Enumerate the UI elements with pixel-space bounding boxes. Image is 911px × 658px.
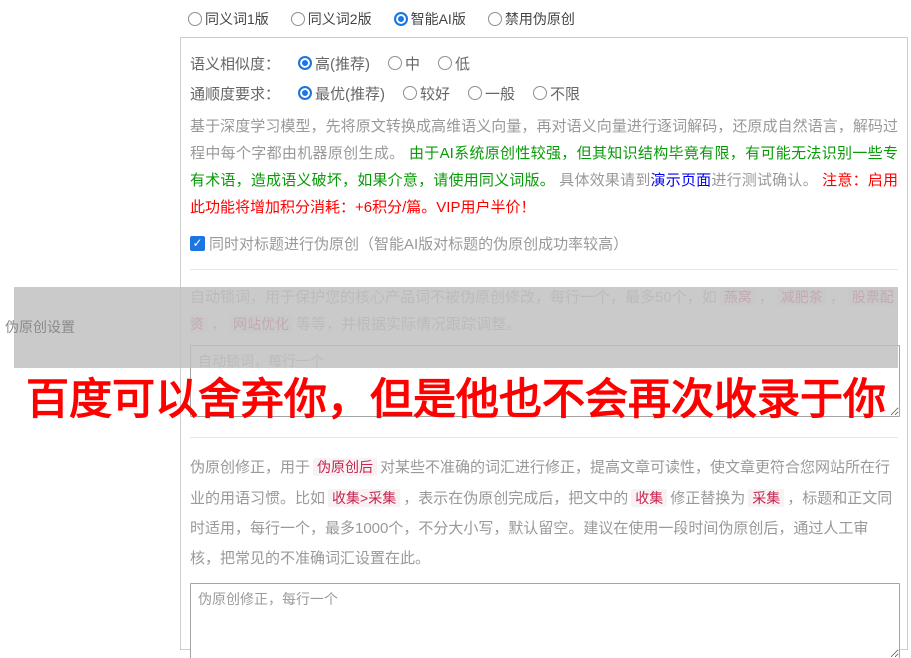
radio-fluency-normal[interactable]: 一般	[468, 83, 515, 104]
radio-label: 一般	[485, 85, 516, 103]
demo-page-link[interactable]: 演示页面	[651, 172, 712, 189]
correction-text: 修正替换为	[670, 490, 746, 507]
section-divider	[190, 269, 898, 270]
radio-smart-ai[interactable]: 智能AI版	[393, 9, 466, 29]
ai-mode-description: 基于深度学习模型，先将原文转换成高维语义向量，再对语义向量进行逐词解码，还原成自…	[190, 113, 898, 221]
radio-icon[interactable]	[290, 12, 305, 26]
radio-checked-icon[interactable]	[298, 56, 313, 70]
radio-fluency-best[interactable]: 最优(推荐)	[298, 83, 385, 104]
rewrite-mode-selector: 同义词1版 同义词2版 智能AI版 禁用伪原创	[188, 9, 575, 29]
fluency-row: 通顺度要求： 最优(推荐) 较好 一般 不限	[190, 78, 898, 108]
section-divider	[190, 437, 898, 438]
radio-fluency-good[interactable]: 较好	[403, 83, 450, 104]
radio-label: 高(推荐)	[315, 55, 371, 73]
correction-text: ，表示在伪原创完成后，把文中的	[403, 490, 629, 507]
radio-label: 低	[455, 55, 471, 73]
correction-example-tag: 采集	[748, 489, 785, 507]
radio-similarity-high[interactable]: 高(推荐)	[298, 53, 370, 74]
radio-label: 智能AI版	[410, 11, 466, 27]
rewrite-title-option: ✓ 同时对标题进行伪原创（智能AI版对标题的伪原创成功率较高）	[190, 233, 898, 254]
correction-text: 伪原创修正，用于	[190, 459, 311, 476]
radio-synonym-v1[interactable]: 同义词1版	[188, 9, 269, 29]
radio-similarity-mid[interactable]: 中	[388, 53, 420, 74]
radio-label: 不限	[550, 85, 581, 103]
checkbox-checked-icon[interactable]: ✓	[190, 236, 205, 251]
radio-icon[interactable]	[468, 86, 483, 100]
radio-disable-rewrite[interactable]: 禁用伪原创	[487, 9, 575, 29]
radio-icon[interactable]	[533, 86, 548, 100]
rewrite-title-label: 同时对标题进行伪原创（智能AI版对标题的伪原创成功率较高）	[209, 236, 629, 253]
radio-label: 同义词2版	[307, 11, 372, 27]
radio-label: 较好	[420, 85, 451, 103]
correction-example-tag: 伪原创后	[313, 458, 378, 476]
radio-icon[interactable]	[188, 12, 202, 26]
radio-label: 同义词1版	[205, 11, 269, 27]
radio-label: 最优(推荐)	[315, 85, 386, 103]
correction-example-tag: 收集>采集	[328, 489, 401, 507]
radio-fluency-any[interactable]: 不限	[533, 83, 580, 104]
form-row-label-rewrite-settings: 伪原创设置	[5, 319, 75, 335]
radio-label: 禁用伪原创	[504, 11, 575, 27]
correction-example-tag: 收集	[631, 489, 668, 507]
radio-checked-icon[interactable]	[298, 86, 313, 100]
radio-icon[interactable]	[403, 86, 418, 100]
desc-confirm-text: 进行测试确认。	[711, 172, 823, 189]
radio-icon[interactable]	[438, 56, 453, 70]
gray-overlay-band	[14, 287, 898, 368]
correction-textarea[interactable]	[190, 583, 900, 658]
radio-label: 中	[405, 55, 421, 73]
radio-checked-icon[interactable]	[393, 12, 408, 26]
fluency-label: 通顺度要求：	[190, 85, 281, 103]
semantic-similarity-row: 语义相似度： 高(推荐) 中 低	[190, 48, 898, 78]
desc-effect-text: 具体效果请到	[559, 172, 651, 189]
radio-icon[interactable]	[487, 12, 502, 26]
correction-description: 伪原创修正，用于 伪原创后 对某些不准确的词汇进行修正，提高文章可读性，使文章更符合…	[190, 452, 898, 574]
semantic-similarity-label: 语义相似度：	[190, 55, 281, 73]
radio-icon[interactable]	[388, 56, 403, 70]
radio-synonym-v2[interactable]: 同义词2版	[290, 9, 372, 29]
radio-similarity-low[interactable]: 低	[438, 53, 470, 74]
